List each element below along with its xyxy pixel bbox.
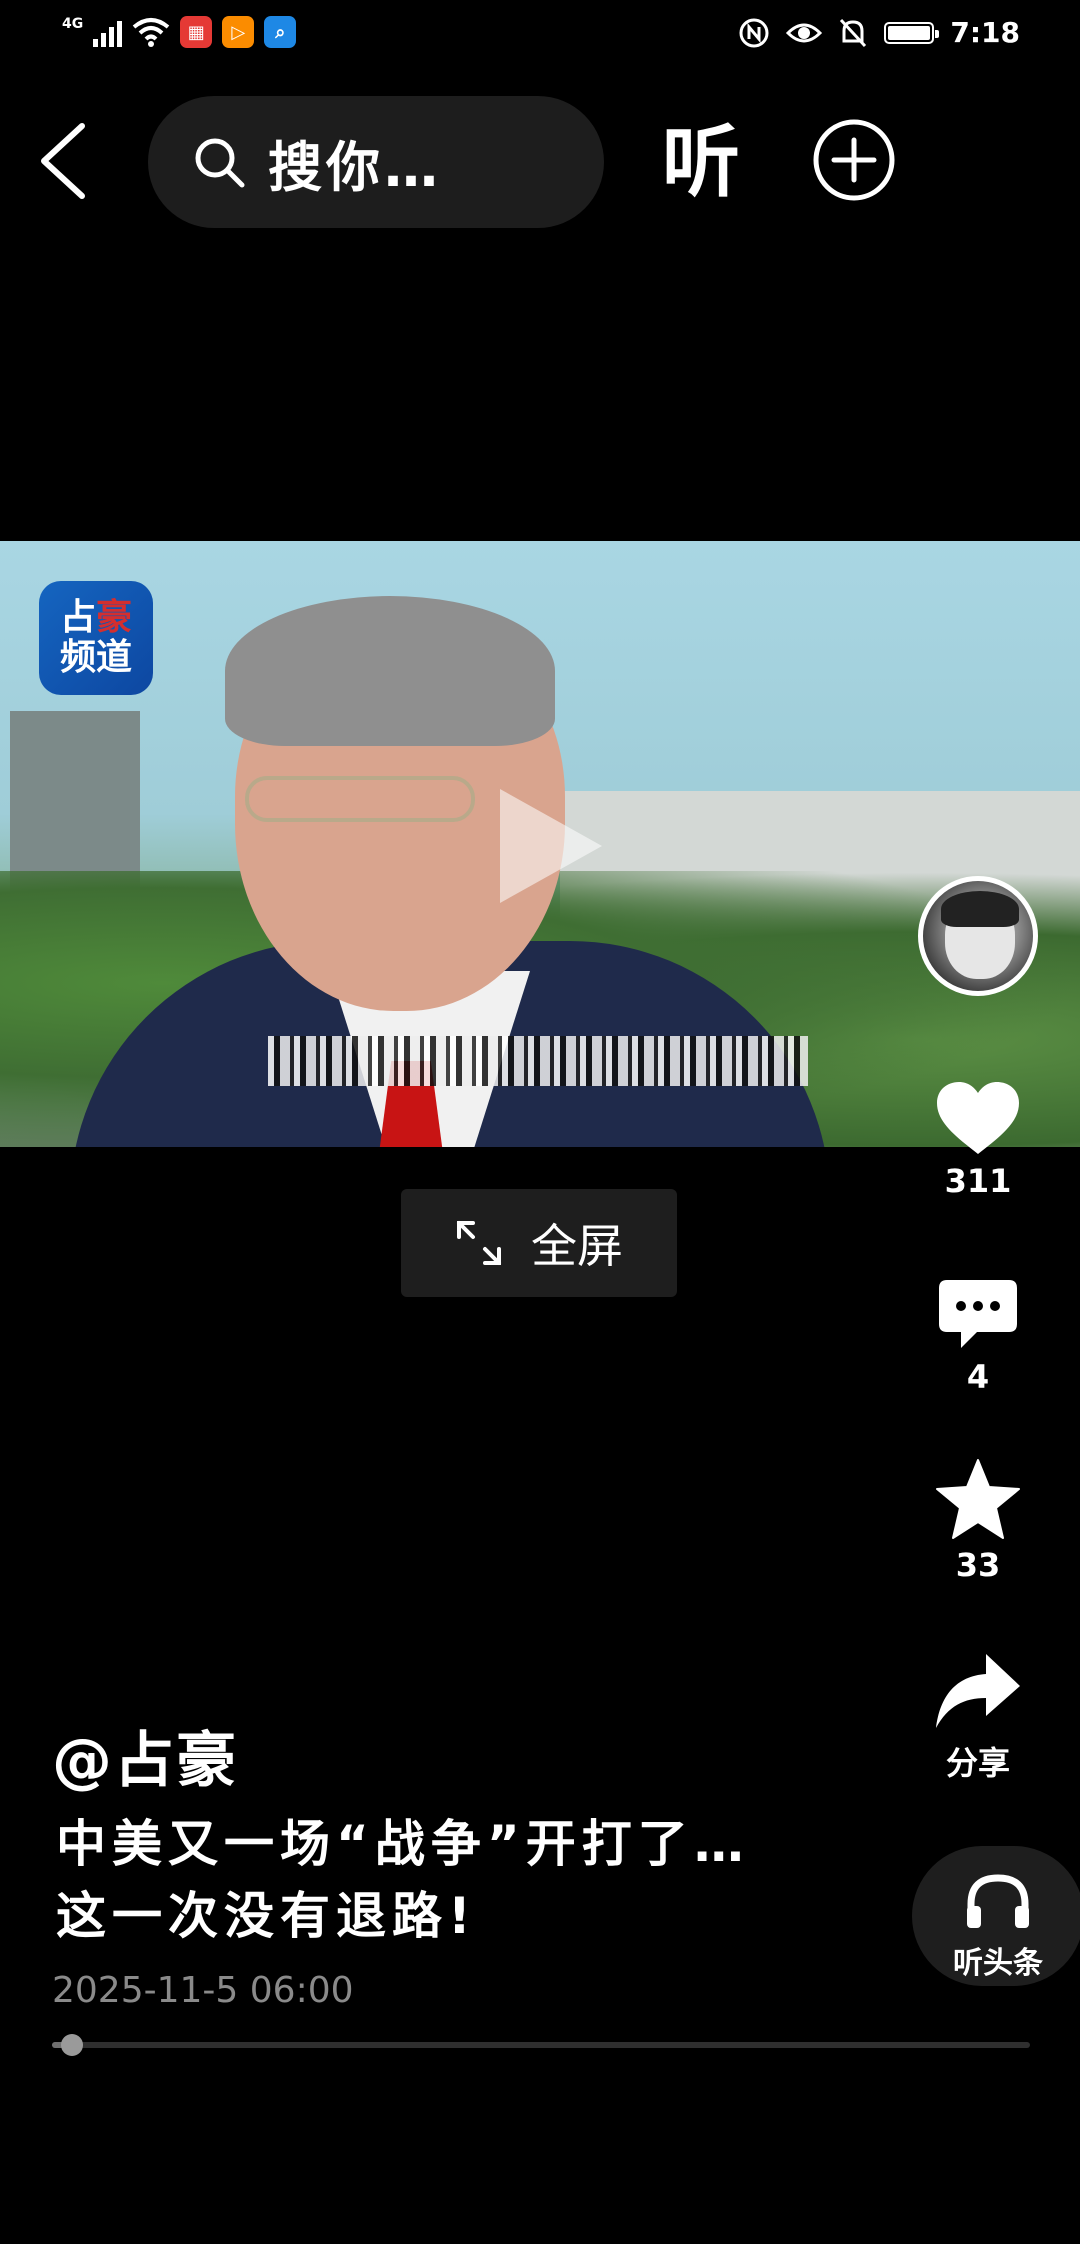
video-subtitle-bar [268,1036,808,1086]
expand-icon [457,1221,501,1265]
listen-headlines-label: 听头条 [953,1946,1043,1981]
eye-icon [786,23,823,42]
heart-icon [937,1082,1019,1154]
wifi-icon [132,18,170,47]
channel-logo-top: 占豪 [59,597,133,638]
mute-bell-icon [840,18,867,47]
search-placeholder: 搜你… [268,135,442,199]
star-icon [936,1459,1020,1539]
share-label: 分享 [945,1744,1010,1782]
add-button[interactable] [812,118,896,202]
author-avatar[interactable] [918,876,1038,996]
clock: 7:18 [950,16,1020,49]
fullscreen-button[interactable]: 全屏 [401,1189,677,1297]
play-icon[interactable] [490,781,610,911]
video-app-icon: ▷ [222,16,255,48]
app-notification-icon: ▦ [180,16,213,48]
favorite-count: 33 [955,1546,1001,1584]
post-caption: 中美又一场“战争”开打了… 这一次没有退路! [56,1808,856,1952]
comment-count: 4 [966,1358,990,1396]
search-input[interactable]: 搜你… [148,96,604,228]
author-name[interactable]: @占豪 [52,1712,238,1799]
like-count: 311 [944,1162,1012,1200]
avatar-hair [941,891,1019,927]
status-right: 7:18 [738,16,1020,49]
fullscreen-label: 全屏 [531,1219,623,1273]
headphones-icon [967,1874,1029,1928]
listen-button[interactable]: 听 [662,118,740,208]
search-app-icon: ⌕ [264,16,297,48]
publish-date: 2025-11-5 06:00 [52,1970,354,2011]
battery-icon [884,21,940,44]
channel-logo: 占豪 频道 [39,581,153,695]
search-icon [195,138,245,188]
caption-line-2: 这一次没有退路! [56,1887,477,1945]
video-speaker-glasses [245,776,475,822]
nfc-icon [739,18,769,47]
like-action[interactable]: 311 [918,1080,1038,1200]
video-progress-bar[interactable] [52,2034,1030,2056]
caption-line-1: 中美又一场“战争”开打了… [56,1815,750,1873]
network-type: 4G [62,16,84,32]
share-action[interactable]: 分享 [918,1652,1038,1784]
back-button[interactable] [36,122,92,200]
video-speaker-hair [225,596,555,746]
comment-action[interactable]: 4 [918,1278,1038,1396]
status-left: 4G ▦ ▷ ⌕ [62,16,297,48]
video-player[interactable]: 占豪 频道 [0,541,1080,1147]
comment-icon [939,1280,1017,1348]
signal-icon [93,17,123,47]
progress-handle[interactable] [60,2034,83,2056]
share-icon [936,1654,1020,1728]
channel-logo-bottom: 频道 [59,637,132,678]
status-bar: 4G ▦ ▷ ⌕ 7:18 [0,0,1080,72]
listen-headlines-button[interactable]: 听头条 [912,1846,1080,1986]
favorite-action[interactable]: 33 [918,1458,1038,1584]
